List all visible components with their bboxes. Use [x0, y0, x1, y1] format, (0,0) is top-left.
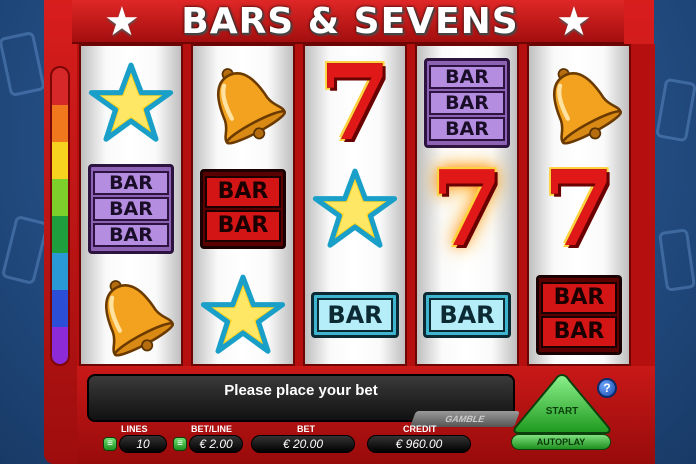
- start-label: START: [545, 406, 579, 417]
- left-payline-indicator: [50, 66, 70, 366]
- bell-icon: [81, 262, 181, 368]
- credit-label: CREDIT: [403, 424, 437, 434]
- help-button[interactable]: ?: [597, 378, 617, 398]
- star-icon: [193, 262, 293, 368]
- betline-label: BET/LINE: [191, 424, 233, 434]
- message-display: Please place your bet GAMBLE: [87, 374, 520, 427]
- control-panel: Please place your bet GAMBLE LINES ≡ 10 …: [77, 366, 655, 464]
- bar-label: BAR: [205, 210, 281, 242]
- seven-glyph: 7: [430, 147, 504, 270]
- reel-2: BAR BAR: [191, 44, 295, 366]
- double-bar-symbol: BAR BAR: [193, 156, 293, 262]
- star-icon: [81, 50, 181, 156]
- background-bar-tile: [657, 228, 696, 292]
- bar-label: BAR: [205, 176, 281, 208]
- rainbow-segment: [52, 290, 68, 327]
- background-bar-tile: [0, 30, 46, 98]
- bar-label: BAR: [93, 223, 169, 247]
- bar-label: BAR: [93, 171, 169, 195]
- bar-label: BAR: [429, 65, 505, 89]
- game-title: BARS & SEVENS: [181, 1, 519, 42]
- reel-1: BAR BAR BAR: [79, 44, 183, 366]
- reels-area: BAR BAR BAR BAR BAR 7 BAR BAR BAR BAR 7 BAR 7 BAR BAR: [77, 44, 655, 366]
- seven-glyph: 7: [542, 147, 616, 270]
- bet-value: € 20.00: [251, 435, 355, 453]
- bar-label: BAR: [541, 316, 617, 348]
- bell-icon: [193, 50, 293, 156]
- star-icon: ★: [556, 0, 592, 44]
- reel-4: BAR BAR BAR 7 BAR: [415, 44, 519, 366]
- lines-value: 10: [119, 435, 167, 453]
- seven-symbol: 7: [529, 156, 629, 262]
- star-icon: [305, 156, 405, 262]
- betline-value: € 2.00: [189, 435, 243, 453]
- flaming-seven-symbol: 7: [417, 156, 517, 262]
- bar-label: BAR: [429, 298, 505, 332]
- reel-3: 7 BAR: [303, 44, 407, 366]
- rainbow-segment: [52, 216, 68, 253]
- double-bar-symbol: BAR BAR: [529, 262, 629, 368]
- triple-bar-symbol: BAR BAR BAR: [417, 50, 517, 156]
- rainbow-segment: [52, 253, 68, 290]
- status-message: Please place your bet: [224, 382, 378, 399]
- triple-bar-symbol: BAR BAR BAR: [81, 156, 181, 262]
- background-bar-tile: [655, 77, 696, 143]
- single-bar-symbol: BAR: [305, 262, 405, 368]
- credit-value: € 960.00: [367, 435, 471, 453]
- autoplay-button[interactable]: AUTOPLAY: [511, 434, 611, 450]
- single-bar-symbol: BAR: [417, 262, 517, 368]
- reel-5: 7 BAR BAR: [527, 44, 631, 366]
- bar-label: BAR: [317, 298, 393, 332]
- rainbow-segment: [52, 142, 68, 179]
- rainbow-segment: [52, 68, 68, 105]
- rainbow-segment: [52, 179, 68, 216]
- lines-stepper-icon[interactable]: ≡: [103, 437, 117, 451]
- lines-label: LINES: [121, 424, 148, 434]
- betline-stepper-icon[interactable]: ≡: [173, 437, 187, 451]
- star-icon: ★: [104, 0, 140, 44]
- bell-icon: [529, 50, 629, 156]
- bar-label: BAR: [541, 282, 617, 314]
- bar-label: BAR: [429, 91, 505, 115]
- background-bar-tile: [0, 214, 50, 286]
- rainbow-segment: [52, 105, 68, 142]
- bar-label: BAR: [93, 197, 169, 221]
- seven-glyph: 7: [318, 41, 392, 164]
- seven-symbol: 7: [305, 50, 405, 156]
- rainbow-segment: [52, 327, 68, 364]
- bet-label: BET: [297, 424, 315, 434]
- bar-label: BAR: [429, 117, 505, 141]
